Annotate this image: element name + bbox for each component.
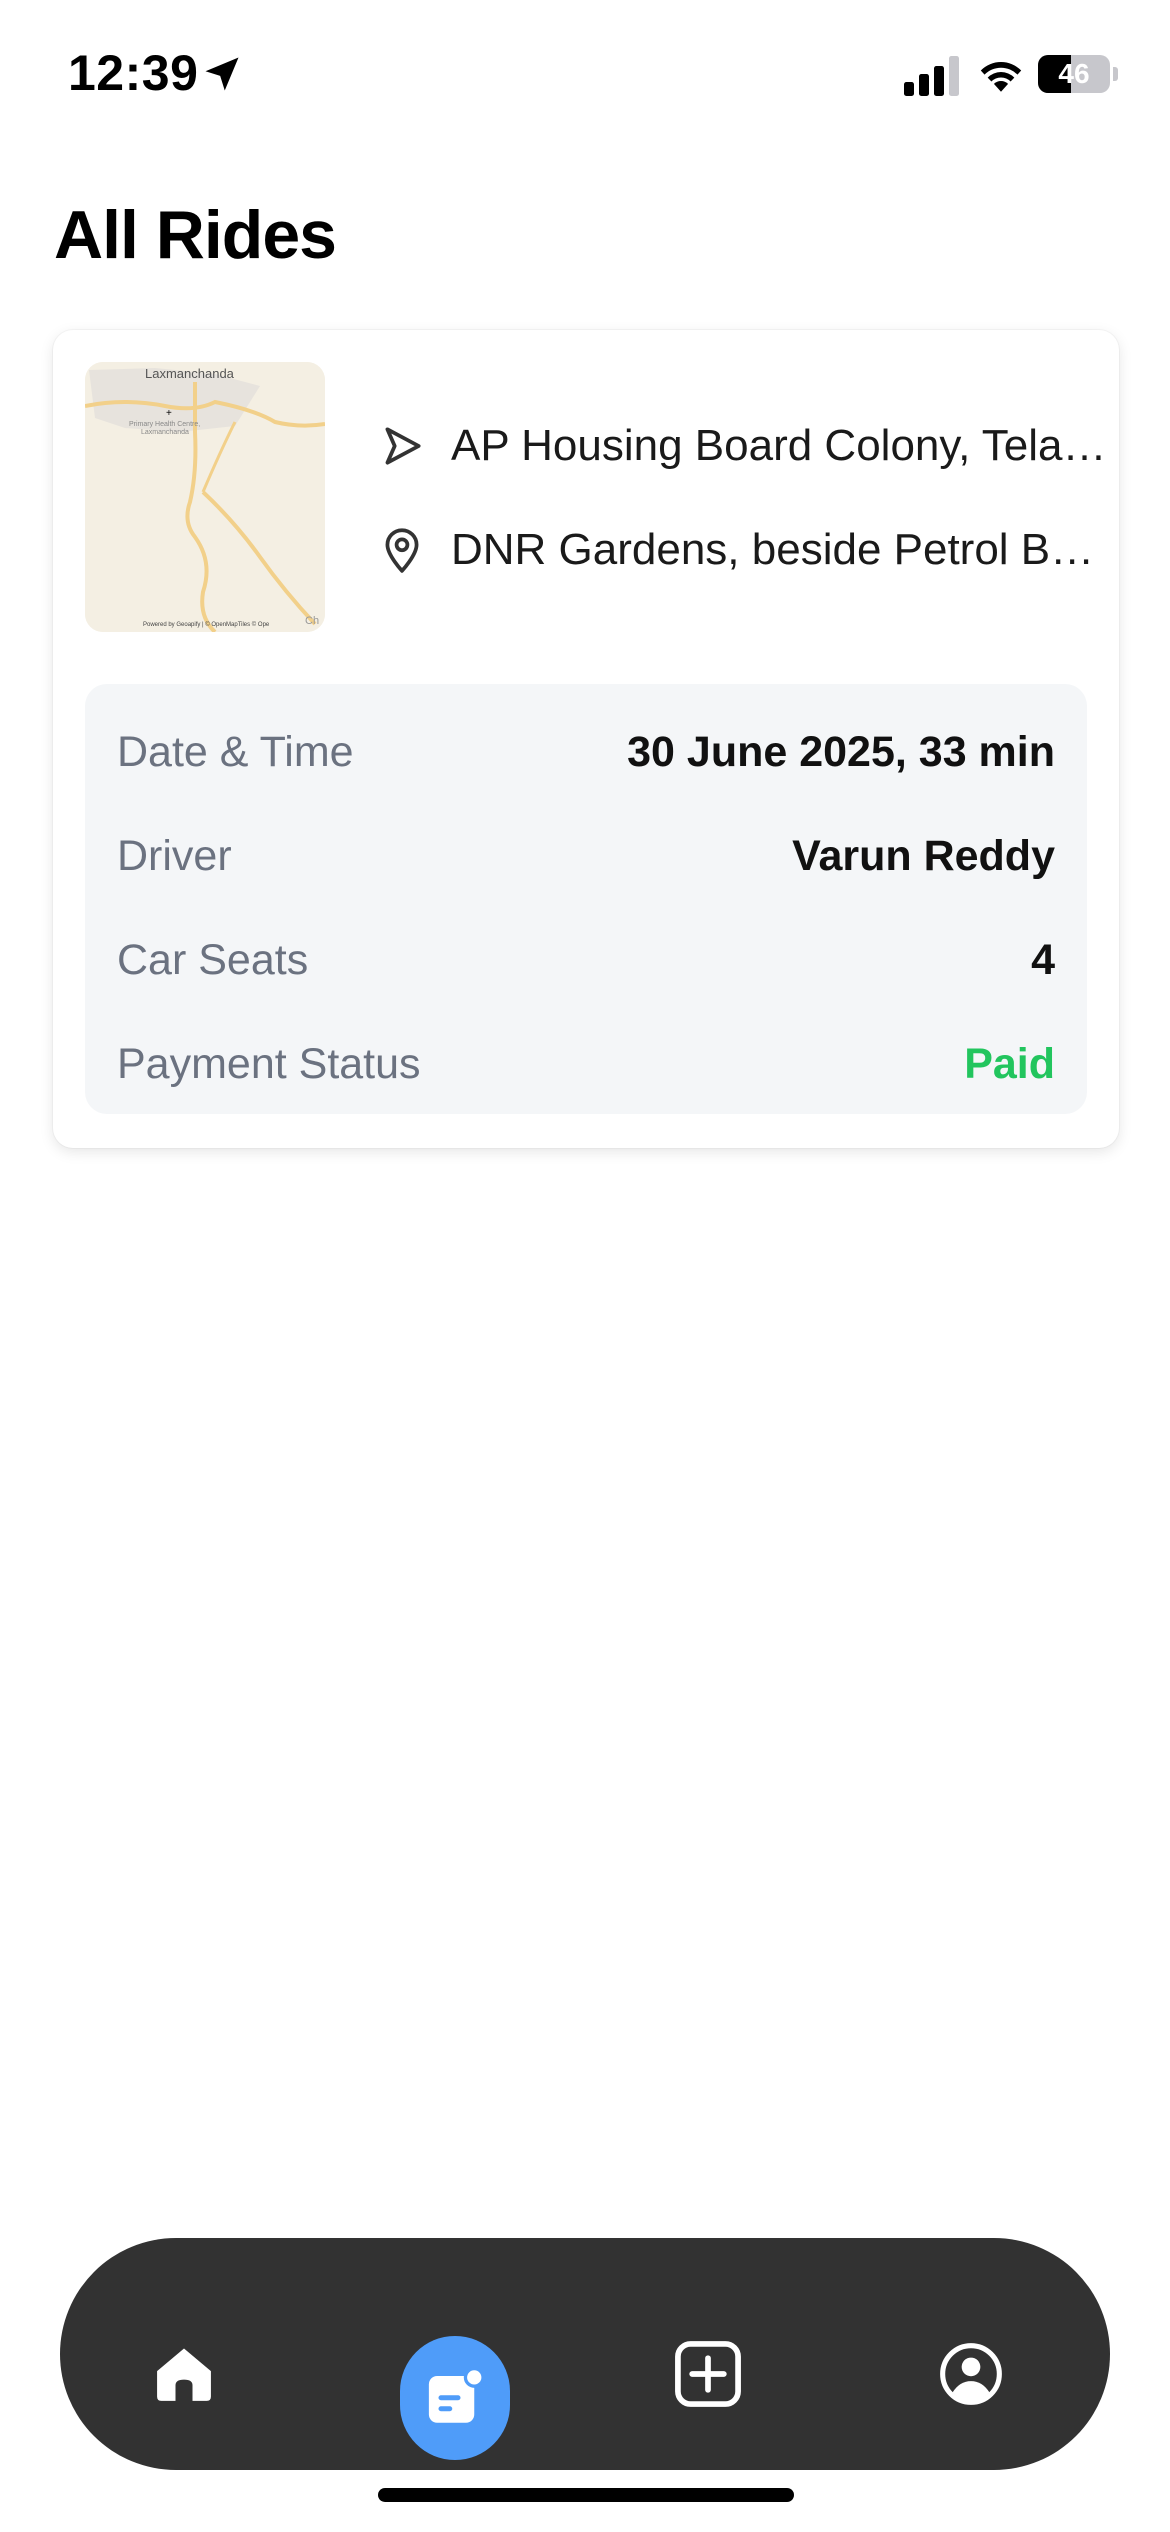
nav-profile-button[interactable] — [931, 2334, 1011, 2414]
pickup-navigation-icon — [385, 427, 421, 465]
map-attribution: Powered by Geoapify | © OpenMapTiles © O… — [143, 621, 270, 628]
battery-tip — [1113, 67, 1118, 81]
detail-row-car-seats: Car Seats 4 — [117, 930, 1055, 990]
add-ride-icon — [675, 2341, 741, 2407]
nav-home-button[interactable] — [144, 2334, 224, 2414]
ride-card[interactable]: Laxmanchanda + Primary Health Centre, La… — [53, 330, 1119, 1148]
map-poi-label-line2: Laxmanchanda — [141, 429, 189, 436]
date-time-value: 30 June 2025, 33 min — [627, 727, 1055, 776]
map-place-label: Laxmanchanda — [145, 366, 235, 381]
wifi-icon — [980, 62, 1022, 92]
pickup-address: AP Housing Board Colony, Telangana — [451, 421, 1107, 470]
dropoff-row: DNR Gardens, beside Petrol Bunk — [377, 520, 1107, 580]
detail-row-date-time: Date & Time 30 June 2025, 33 min — [117, 722, 1055, 782]
dropoff-location-pin-icon — [385, 528, 419, 573]
driver-value: Varun Reddy — [792, 831, 1055, 880]
payment-status-value: Paid — [964, 1039, 1055, 1088]
battery-percentage: 46 — [1058, 58, 1090, 89]
cellular-signal-icon — [904, 56, 959, 96]
hospital-marker-icon: + — [166, 408, 172, 419]
map-corner-label: Ch — [305, 615, 319, 627]
pickup-row: AP Housing Board Colony, Telangana — [377, 416, 1107, 476]
profile-icon — [940, 2343, 1002, 2405]
nav-add-ride-button[interactable] — [668, 2334, 748, 2414]
home-indicator — [378, 2488, 794, 2502]
dropoff-address: DNR Gardens, beside Petrol Bunk — [451, 525, 1107, 574]
date-time-label: Date & Time — [117, 727, 354, 776]
battery-body: 46 — [1038, 55, 1110, 93]
battery-icon: 46 — [1038, 55, 1118, 93]
detail-row-payment-status: Payment Status Paid — [117, 1034, 1055, 1094]
ride-details-panel: Date & Time 30 June 2025, 33 min Driver … — [85, 684, 1087, 1114]
rides-list-icon — [428, 2366, 485, 2423]
bottom-navigation-bar — [60, 2238, 1110, 2470]
detail-row-driver: Driver Varun Reddy — [117, 826, 1055, 886]
map-poi-label-line1: Primary Health Centre, — [129, 421, 200, 428]
location-arrow-icon — [205, 57, 239, 91]
car-seats-label: Car Seats — [117, 935, 309, 984]
home-icon — [157, 2348, 211, 2401]
car-seats-value: 4 — [1031, 935, 1055, 984]
nav-rides-button[interactable] — [400, 2336, 510, 2460]
ride-map-thumbnail: Laxmanchanda + Primary Health Centre, La… — [85, 362, 325, 632]
page-title: All Rides — [54, 197, 337, 273]
payment-status-label: Payment Status — [117, 1039, 421, 1088]
status-bar: 12:39 46 — [0, 0, 1170, 150]
status-time: 12:39 — [68, 45, 199, 101]
driver-label: Driver — [117, 831, 232, 880]
map-image: Laxmanchanda + Primary Health Centre, La… — [85, 362, 325, 632]
